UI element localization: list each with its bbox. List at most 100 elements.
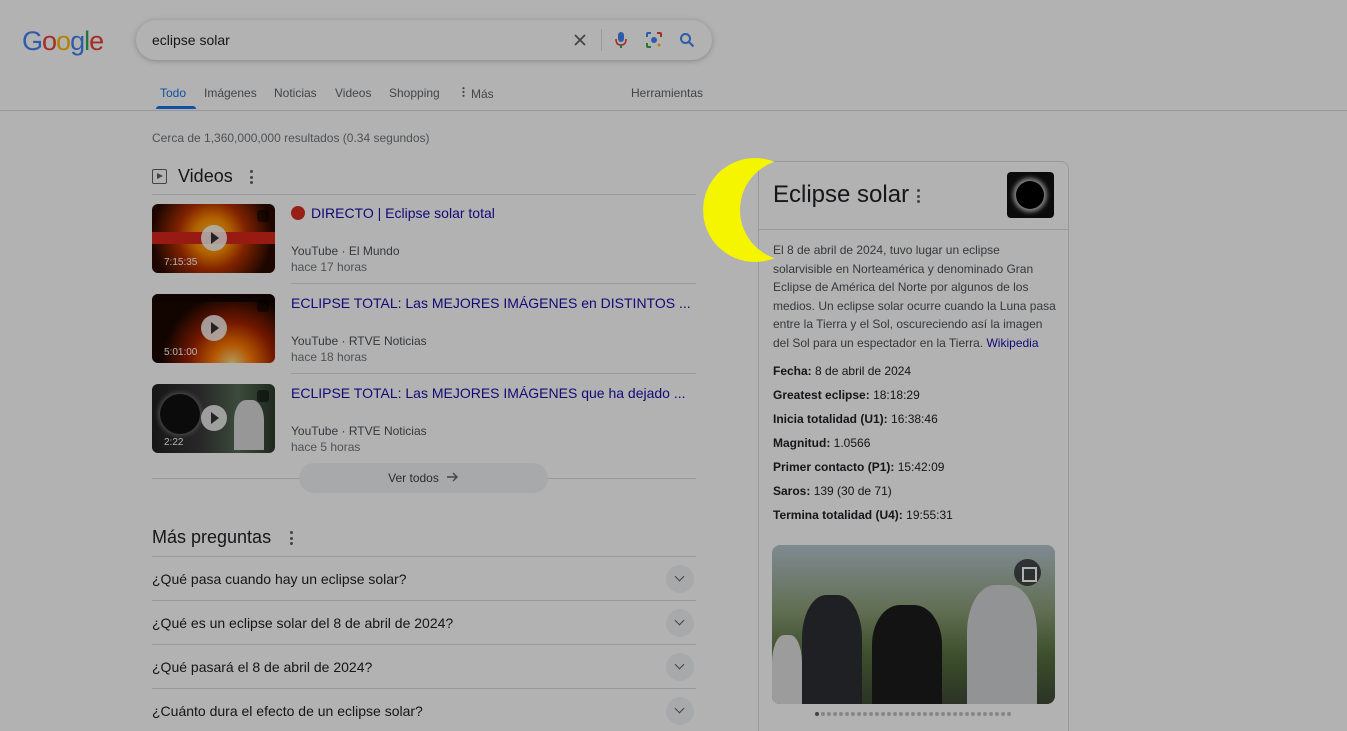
knowledge-panel-description: El 8 de abril de 2024, tuvo lugar un ecl… [773, 241, 1057, 353]
microphone-icon[interactable] [609, 28, 633, 52]
fact-label[interactable]: Termina totalidad (U4): [773, 508, 903, 522]
fact-value: 8 de abril de 2024 [815, 364, 912, 378]
fact-row: Primer contacto (P1): 15:42:09 [773, 460, 944, 474]
lens-icon[interactable] [642, 28, 666, 52]
video-thumbnail[interactable]: 7:15:35 [152, 204, 275, 273]
fact-label[interactable]: Magnitud: [773, 436, 830, 450]
see-all-label: Ver todos [388, 471, 439, 485]
tab-mas-label: Más [471, 87, 494, 101]
result-stats: Cerca de 1,360,000,000 resultados (0.34 … [152, 131, 430, 145]
chevron-down-icon[interactable] [666, 609, 694, 637]
tab-videos[interactable]: Videos [335, 86, 371, 100]
chevron-down-icon[interactable] [666, 697, 694, 725]
fullscreen-icon[interactable] [1014, 559, 1041, 586]
chevron-down-icon[interactable] [666, 565, 694, 593]
video-result[interactable]: 2:22 ECLIPSE TOTAL: Las MEJORES IMÁGENES… [152, 384, 696, 454]
image-carousel-dots[interactable] [815, 712, 1011, 716]
person-figure [772, 635, 802, 704]
video-source: YouTube · RTVE Noticias [291, 334, 427, 348]
video-channel: RTVE Noticias [348, 424, 427, 438]
paa-question[interactable]: ¿Qué pasa cuando hay un eclipse solar? [152, 556, 696, 600]
expand-icon[interactable] [257, 210, 269, 222]
video-age: hace 5 horas [291, 440, 361, 454]
tools-button[interactable]: Herramientas [631, 86, 703, 100]
video-age: hace 17 horas [291, 260, 368, 274]
description-text: El 8 de abril de 2024, tuvo lugar un ecl… [773, 243, 1056, 350]
fact-value: 18:18:29 [873, 388, 920, 402]
video-title-link[interactable]: ECLIPSE TOTAL: Las MEJORES IMÁGENES en D… [291, 295, 691, 311]
active-tab-indicator [156, 106, 196, 109]
video-result[interactable]: 5:01:00 ECLIPSE TOTAL: Las MEJORES IMÁGE… [152, 294, 696, 364]
video-duration: 2:22 [164, 437, 184, 448]
tab-mas[interactable]: Más [462, 86, 494, 101]
fact-label[interactable]: Greatest eclipse: [773, 388, 870, 402]
video-channel: El Mundo [348, 244, 400, 258]
video-platform: YouTube [291, 244, 339, 258]
play-icon[interactable] [201, 405, 227, 431]
paa-question-text: ¿Qué pasará el 8 de abril de 2024? [152, 659, 373, 675]
person-figure [967, 585, 1037, 704]
fact-label[interactable]: Saros: [773, 484, 810, 498]
fact-row: Magnitud: 1.0566 [773, 436, 870, 450]
video-platform: YouTube [291, 424, 339, 438]
arrow-right-icon [446, 471, 459, 485]
fact-label[interactable]: Primer contacto (P1): [773, 460, 894, 474]
eclipse-graphic [160, 394, 200, 434]
search-icon[interactable] [675, 28, 699, 52]
video-thumbnail[interactable]: 2:22 [152, 384, 275, 453]
video-age: hace 18 horas [291, 350, 368, 364]
eclipse-viewers-photo[interactable] [772, 545, 1055, 704]
paa-question-text: ¿Qué pasa cuando hay un eclipse solar? [152, 571, 407, 587]
search-separator [601, 29, 602, 51]
fact-label[interactable]: Inicia totalidad (U1): [773, 412, 888, 426]
expand-icon[interactable] [257, 390, 269, 402]
paa-question-text: ¿Qué es un eclipse solar del 8 de abril … [152, 615, 454, 631]
clear-icon[interactable] [568, 28, 592, 52]
divider [291, 283, 696, 284]
play-icon[interactable] [201, 225, 227, 251]
paa-more-icon[interactable] [289, 531, 293, 545]
video-result[interactable]: 7:15:35 DIRECTO | Eclipse solar total Yo… [152, 204, 696, 274]
video-title-link[interactable]: ECLIPSE TOTAL: Las MEJORES IMÁGENES que … [291, 385, 686, 401]
google-logo[interactable]: Google [22, 26, 104, 57]
person-figure [802, 595, 862, 704]
paa-heading: Más preguntas [152, 527, 272, 547]
chevron-down-icon[interactable] [666, 653, 694, 681]
video-duration: 7:15:35 [164, 257, 198, 268]
video-source: YouTube · El Mundo [291, 244, 400, 258]
video-source: YouTube · RTVE Noticias [291, 424, 427, 438]
fact-value: 19:55:31 [906, 508, 953, 522]
person-graphic [234, 400, 264, 450]
fact-row: Saros: 139 (30 de 71) [773, 484, 892, 498]
fact-label[interactable]: Fecha: [773, 364, 812, 378]
wikipedia-link[interactable]: Wikipedia [986, 336, 1038, 350]
divider [152, 194, 696, 195]
eclipse-thumbnail[interactable] [1007, 172, 1054, 218]
fact-value: 15:42:09 [897, 460, 945, 474]
paa-question[interactable]: ¿Qué pasará el 8 de abril de 2024? [152, 644, 696, 688]
videos-more-icon[interactable] [249, 170, 253, 184]
search-box[interactable]: eclipse solar [136, 20, 712, 60]
video-duration: 5:01:00 [164, 347, 198, 358]
fact-row: Termina totalidad (U4): 19:55:31 [773, 508, 953, 522]
fact-value: 16:38:46 [891, 412, 938, 426]
play-icon[interactable] [201, 315, 227, 341]
see-all-videos-button[interactable]: Ver todos [299, 463, 548, 493]
tab-imagenes[interactable]: Imágenes [204, 86, 257, 100]
search-input[interactable]: eclipse solar [152, 32, 230, 48]
fact-value: 139 (30 de 71) [813, 484, 892, 498]
tab-noticias[interactable]: Noticias [274, 86, 317, 100]
kp-more-icon[interactable] [916, 189, 920, 203]
divider [291, 373, 696, 374]
video-thumbnail[interactable]: 5:01:00 [152, 294, 275, 363]
crescent-moon-highlight [702, 156, 810, 264]
tab-todo[interactable]: Todo [160, 86, 186, 100]
paa-question[interactable]: ¿Qué es un eclipse solar del 8 de abril … [152, 600, 696, 644]
live-red-dot-icon [291, 206, 305, 220]
expand-icon[interactable] [257, 300, 269, 312]
video-title-link[interactable]: DIRECTO | Eclipse solar total [291, 205, 495, 221]
tab-shopping[interactable]: Shopping [389, 86, 440, 100]
paa-question[interactable]: ¿Cuánto dura el efecto de un eclipse sol… [152, 688, 696, 731]
video-platform: YouTube [291, 334, 339, 348]
fact-value: 1.0566 [833, 436, 871, 450]
